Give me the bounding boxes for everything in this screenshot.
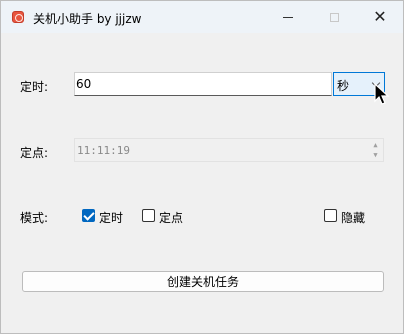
timer-mode-checkbox[interactable]	[82, 209, 95, 222]
mouse-cursor-icon	[374, 83, 390, 105]
timer-input[interactable]: 60	[74, 72, 332, 96]
maximize-button[interactable]	[311, 1, 357, 33]
timer-label: 定时:	[20, 80, 49, 94]
minimize-icon	[283, 16, 293, 18]
time-edit[interactable]: 11:11:19 ▲ ▼	[74, 138, 384, 162]
app-window: 关机小助手 by jjjzw ✕ 定时: 60 秒 定点: 11:11:19 ▲…	[0, 0, 404, 334]
time-edit-value: 11:11:19	[77, 144, 130, 157]
title-bar[interactable]: 关机小助手 by jjjzw ✕	[1, 1, 403, 33]
close-icon: ✕	[373, 7, 387, 26]
fixed-time-label: 定点:	[20, 146, 49, 160]
fixed-mode-checkbox[interactable]	[142, 209, 155, 222]
hide-checkbox[interactable]	[324, 209, 337, 222]
window-title: 关机小助手 by jjjzw	[33, 12, 142, 26]
create-shutdown-task-label: 创建关机任务	[166, 275, 239, 289]
mode-label: 模式:	[20, 211, 49, 225]
unit-select-value: 秒	[337, 79, 350, 93]
timer-mode-label[interactable]: 定时	[99, 209, 123, 226]
close-button[interactable]: ✕	[357, 1, 403, 33]
fixed-mode-label[interactable]: 定点	[159, 209, 183, 226]
maximize-icon	[329, 12, 339, 22]
hide-label[interactable]: 隐藏	[341, 209, 365, 226]
spin-up-icon[interactable]: ▲	[370, 140, 381, 150]
create-shutdown-task-button[interactable]: 创建关机任务	[22, 271, 384, 292]
spin-down-icon[interactable]: ▼	[370, 150, 381, 160]
minimize-button[interactable]	[265, 1, 311, 33]
app-icon	[12, 11, 24, 23]
